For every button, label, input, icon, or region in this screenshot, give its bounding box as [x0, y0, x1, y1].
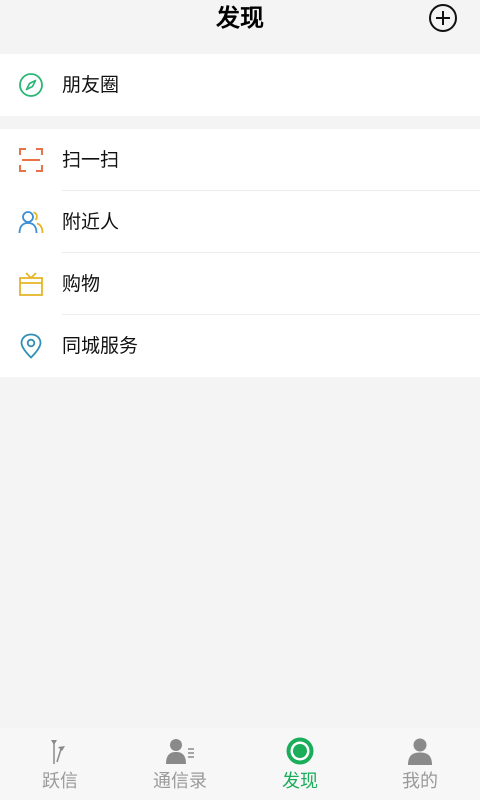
scan-icon	[19, 148, 43, 172]
add-button[interactable]	[428, 3, 458, 33]
menu-item-label: 扫一扫	[62, 149, 120, 171]
menu-item-moments[interactable]: 朋友圈	[0, 54, 480, 116]
person-icon	[408, 738, 432, 765]
compass-icon	[19, 73, 43, 97]
menu-item-label: 同城服务	[62, 335, 139, 357]
menu-item-scan[interactable]: 扫一扫	[0, 129, 480, 191]
tab-discover[interactable]: 发现	[240, 728, 360, 800]
location-pin-icon	[20, 333, 42, 359]
tab-label: 通信录	[153, 771, 207, 792]
shopping-tv-icon	[19, 272, 43, 296]
tab-yuexin[interactable]: 跃信	[0, 728, 120, 800]
tab-label: 跃信	[42, 771, 78, 792]
plus-circle-icon	[429, 4, 457, 32]
menu-item-label: 附近人	[62, 211, 120, 233]
people-nearby-icon	[18, 211, 44, 234]
menu-item-shopping[interactable]: 购物	[0, 253, 480, 315]
contacts-icon	[166, 739, 194, 764]
menu-item-nearby[interactable]: 附近人	[0, 191, 480, 253]
discover-icon	[286, 737, 314, 765]
header: 发现	[0, 0, 480, 36]
flowers-icon	[51, 740, 65, 764]
tab-contacts[interactable]: 通信录	[120, 728, 240, 800]
menu-item-label: 购物	[62, 273, 101, 295]
tab-me[interactable]: 我的	[360, 728, 480, 800]
bottom-tab-bar: 跃信 通信录 发现 我的	[0, 728, 480, 800]
tools-group: 扫一扫 附近人 购物 同城服务	[0, 129, 480, 377]
tab-label: 我的	[402, 771, 438, 792]
menu-item-label: 朋友圈	[62, 74, 120, 96]
moments-group: 朋友圈	[0, 54, 480, 116]
page-title: 发现	[216, 4, 264, 32]
tab-label: 发现	[282, 771, 318, 792]
menu-item-local-services[interactable]: 同城服务	[0, 315, 480, 377]
